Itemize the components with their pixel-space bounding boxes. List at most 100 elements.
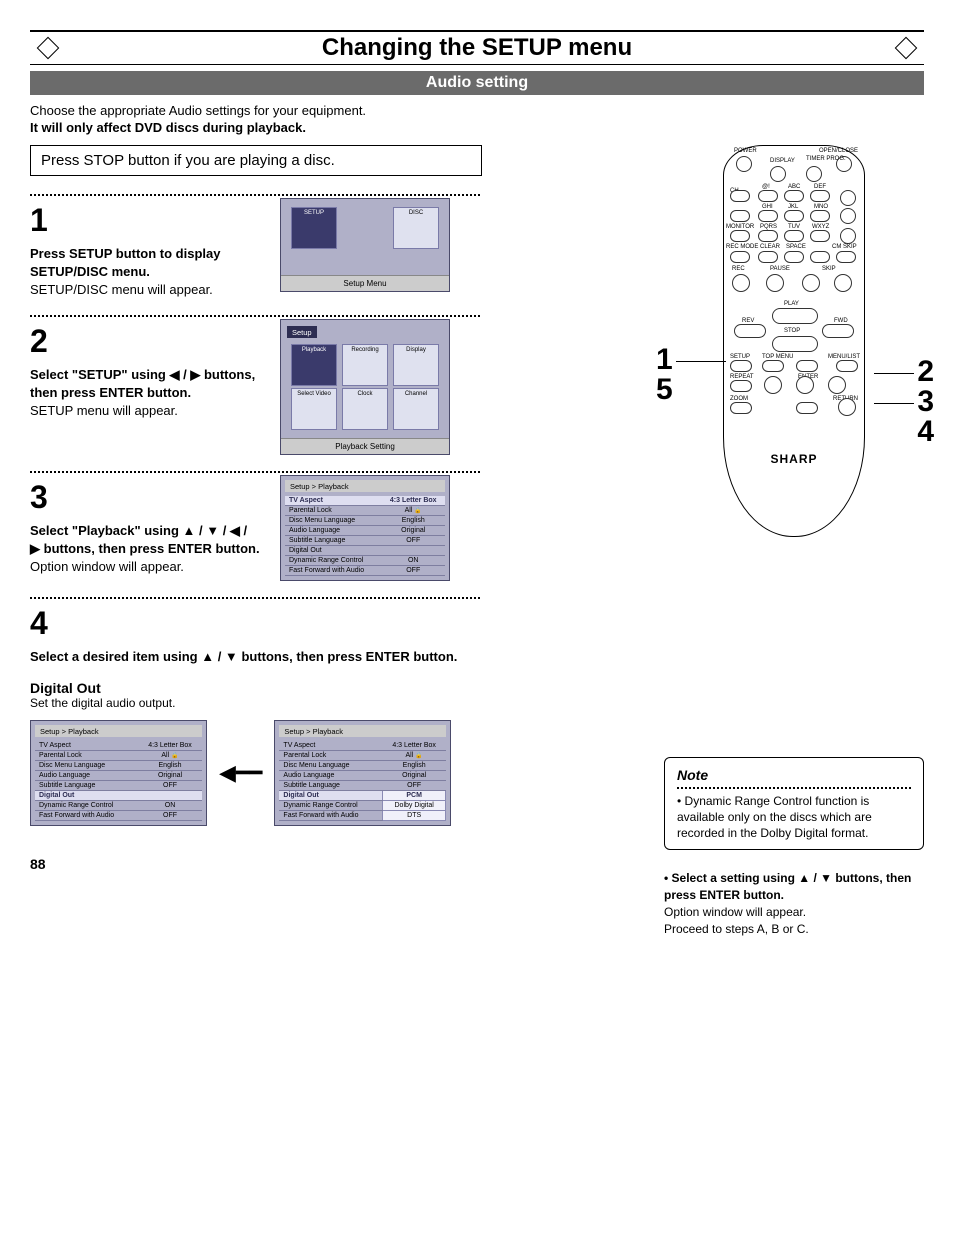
aux-button [840, 228, 856, 244]
dl-r2-l: Disc Menu Language [35, 761, 138, 771]
stop-instruction-text: Press STOP button if you are playing a d… [41, 152, 335, 169]
divider [30, 471, 480, 473]
step-number-4: 4 [30, 601, 457, 646]
dr-r0-l: TV Aspect [279, 741, 382, 751]
dr-r3-l: Audio Language [279, 771, 382, 781]
row-ffa-val: OFF [381, 566, 445, 576]
remote-label: TUV [788, 224, 800, 230]
remote-label: MENU/LIST [828, 354, 860, 360]
page-title-banner: Changing the SETUP menu [30, 30, 924, 65]
remote-label: ABC [788, 184, 800, 190]
remote-diagram: 1 5 2 3 4 POWER OPEN/CLOSE DISPLAY TIMER… [684, 145, 904, 537]
tile-clock: Clock [342, 388, 388, 430]
dl-r3-v: Original [138, 771, 202, 781]
remote-label: TIMER PROG. [806, 156, 846, 162]
remote-label: REC MODE [726, 244, 758, 250]
rec-button [732, 274, 750, 292]
dl-r7-l: Fast Forward with Audio [35, 811, 138, 821]
tail-bold-pre: • Select a setting using [664, 871, 798, 885]
dr-r2-v: English [382, 761, 446, 771]
step-number-2: 2 [30, 319, 260, 364]
intro-line-2: It will only affect DVD discs during pla… [30, 120, 306, 135]
dl-r5-l: Digital Out [35, 791, 138, 801]
step-3-bold-pre: Select "Playback" using [30, 523, 183, 538]
dl-r2-v: English [138, 761, 202, 771]
dl-r3-l: Audio Language [35, 771, 138, 781]
callout-3: 3 [917, 385, 934, 419]
remote-label: POWER [734, 148, 757, 154]
remote-label: REPEAT [730, 374, 754, 380]
left-arrow-button [764, 376, 782, 394]
dr-r7-l: Fast Forward with Audio [279, 811, 382, 821]
divider [30, 597, 480, 599]
step-1: 1 Press SETUP button to display SETUP/DI… [30, 198, 624, 299]
dr-r5-v: PCM [382, 791, 446, 801]
remote-label: OPEN/CLOSE [819, 148, 858, 154]
digital-out-left-table: TV Aspect4:3 Letter Box Parental LockAll… [35, 741, 202, 821]
row-audio-label: Audio Language [285, 526, 381, 536]
dl-r0-l: TV Aspect [35, 741, 138, 751]
digital-out-left-figure: Setup > Playback TV Aspect4:3 Letter Box… [30, 720, 207, 826]
step-4-bold-post: buttons, then press ENTER button. [241, 649, 457, 664]
step-2: 2 Select "SETUP" using ◀ / ▶ buttons, th… [30, 319, 624, 455]
remote-label: FWD [834, 318, 848, 324]
dr-r6-l: Dynamic Range Control [279, 801, 382, 811]
digit-9-button [810, 230, 830, 242]
right-tail-instruction: • Select a setting using ▲ / ▼ buttons, … [664, 870, 924, 937]
dl-r7-v: OFF [138, 811, 202, 821]
dl-r0-v: 4:3 Letter Box [138, 741, 202, 751]
display-button [770, 166, 786, 182]
setup-tile: SETUP [291, 207, 337, 249]
aux-button [840, 190, 856, 206]
step-2-plain: SETUP menu will appear. [30, 403, 178, 418]
step-4-bold-pre: Select a desired item using [30, 649, 201, 664]
step-1-figure: SETUP DISC Setup Menu [280, 198, 450, 292]
dr-r3-v: Original [382, 771, 446, 781]
step-2-bold-pre: Select "SETUP" using [30, 367, 169, 382]
zoom-button [730, 402, 752, 414]
step-3: 3 Select "Playback" using ▲ / ▼ / ◀ / ▶ … [30, 475, 624, 581]
dr-r6-v: Dolby Digital [382, 801, 446, 811]
dl-r6-l: Dynamic Range Control [35, 801, 138, 811]
callout-5: 5 [656, 373, 673, 407]
digit-4-button [758, 210, 778, 222]
digital-out-figures: Setup > Playback TV Aspect4:3 Letter Box… [30, 720, 624, 826]
tile-playback: Playback [291, 344, 337, 386]
digital-out-right-figure: Setup > Playback TV Aspect4:3 Letter Box… [274, 720, 451, 826]
dr-r4-v: OFF [382, 781, 446, 791]
return-button [838, 398, 856, 416]
step-1-caption: Setup Menu [281, 275, 449, 291]
callout-line [676, 361, 726, 362]
remote-label: WXYZ [812, 224, 829, 230]
remote-label: PQRS [760, 224, 777, 230]
dl-r4-v: OFF [138, 781, 202, 791]
step-3-figure: Setup > Playback TV Aspect4:3 Letter Box… [280, 475, 450, 581]
skip-prev-button [802, 274, 820, 292]
remote-label: GHI [762, 204, 773, 210]
up-arrow-button [796, 360, 818, 372]
remote-label: @! [762, 184, 770, 190]
digital-out-text: Set the digital audio output. [30, 696, 624, 710]
tile-display: Display [393, 344, 439, 386]
step-2-figure: Setup Playback Recording Display Select … [280, 319, 450, 455]
step-4-arrows: ▲ / ▼ [201, 649, 238, 664]
digit-6-button [810, 210, 830, 222]
note-divider [677, 787, 911, 789]
fwd-button [822, 324, 854, 338]
menulist-button [836, 360, 858, 372]
digital-out-heading: Digital Out [30, 680, 624, 696]
step-number-1: 1 [30, 198, 260, 243]
remote-label: MONITOR [726, 224, 754, 230]
power-button [736, 156, 752, 172]
digit-2-button [784, 190, 804, 202]
remote-label: DEF [814, 184, 826, 190]
tail-line-2: Proceed to steps A, B or C. [664, 922, 809, 936]
step-3-breadcrumb: Setup > Playback [285, 480, 445, 492]
digital-out-right-table: TV Aspect4:3 Letter Box Parental LockAll… [279, 741, 446, 821]
remote-label: ZOOM [730, 396, 748, 402]
tile-select-video: Select Video [291, 388, 337, 430]
callout-4: 4 [917, 415, 934, 449]
page-title: Changing the SETUP menu [30, 34, 924, 62]
section-subtitle: Audio setting [30, 71, 924, 95]
dl-r4-l: Subtitle Language [35, 781, 138, 791]
